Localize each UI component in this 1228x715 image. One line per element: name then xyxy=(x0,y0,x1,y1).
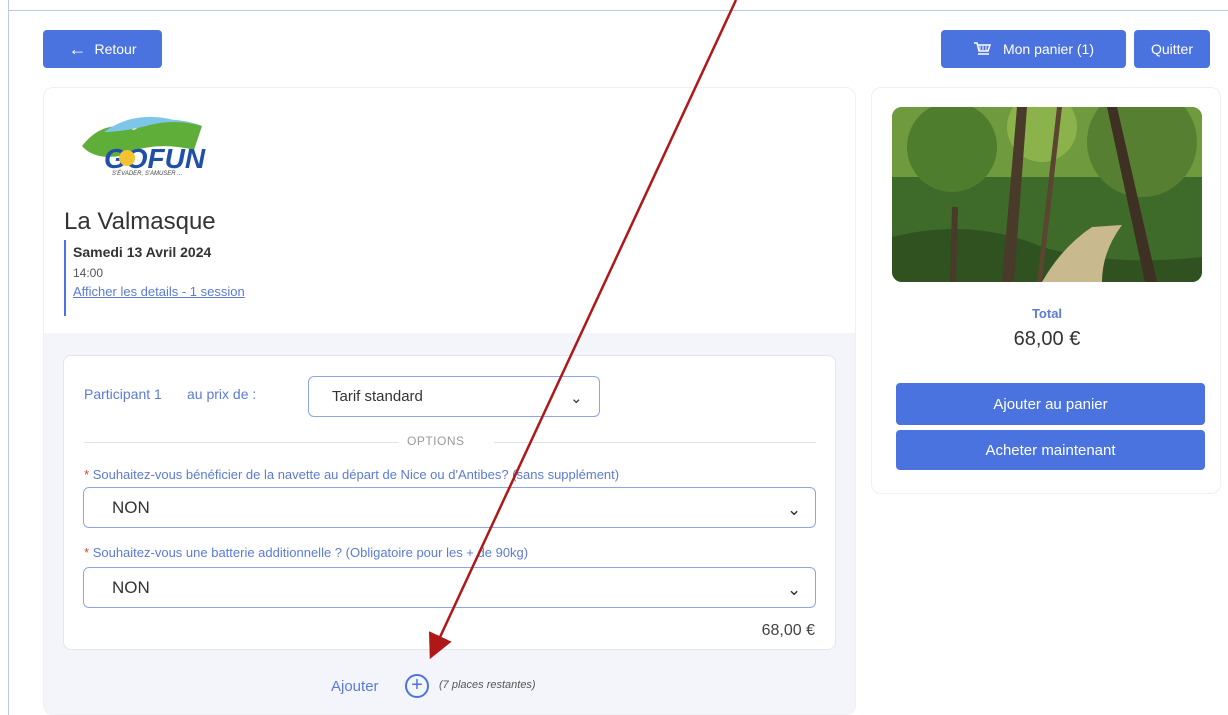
frame-border-left xyxy=(8,0,9,715)
chevron-down-icon: ⌄ xyxy=(787,500,802,519)
question-battery-label: * Souhaitez-vous une batterie additionne… xyxy=(84,545,528,560)
back-button-label: Retour xyxy=(94,41,137,57)
session-time: 14:00 xyxy=(73,266,104,280)
participant-price: 68,00 € xyxy=(761,622,815,639)
remaining-places: (7 places restantes) xyxy=(439,679,536,691)
details-link[interactable]: Afficher les details - 1 session xyxy=(73,284,245,299)
tarif-select[interactable]: Tarif standard ⌄ xyxy=(308,376,600,417)
back-button[interactable]: ← Retour xyxy=(43,30,162,68)
battery-select[interactable]: NON ⌄ xyxy=(83,567,816,608)
add-to-cart-label: Ajouter au panier xyxy=(993,395,1108,413)
add-participant-row: Ajouter + (7 places restantes) xyxy=(44,671,855,701)
buy-now-button[interactable]: Acheter maintenant xyxy=(896,430,1205,470)
tarif-select-value: Tarif standard xyxy=(332,388,423,405)
arrow-left-icon: ← xyxy=(68,39,87,59)
shopping-cart-icon xyxy=(973,42,991,55)
event-title: La Valmasque xyxy=(64,208,216,235)
question-battery-text: Souhaitez-vous une batterie additionnell… xyxy=(92,545,529,560)
chevron-down-icon: ⌄ xyxy=(570,390,583,407)
logo-tagline: S'ÉVADER, S'AMUSER ... xyxy=(112,171,183,177)
cart-button[interactable]: Mon panier (1) xyxy=(941,30,1126,68)
required-mark: * xyxy=(84,545,90,560)
quit-button[interactable]: Quitter xyxy=(1134,30,1210,68)
event-photo xyxy=(892,107,1202,282)
shuttle-select-value: NON xyxy=(112,498,150,517)
chevron-down-icon: ⌄ xyxy=(787,580,802,599)
total-label: Total xyxy=(1031,306,1063,321)
required-mark: * xyxy=(84,467,90,482)
add-participant-label[interactable]: Ajouter xyxy=(331,678,379,695)
options-heading: OPTIONS xyxy=(407,434,465,448)
plus-circle-icon[interactable]: + xyxy=(405,674,429,698)
add-to-cart-button[interactable]: Ajouter au panier xyxy=(896,383,1205,425)
participants-zone: Participant 1 au prix de : Tarif standar… xyxy=(44,333,855,714)
price-label: au prix de : xyxy=(187,386,257,402)
shuttle-select[interactable]: NON ⌄ xyxy=(83,487,816,528)
buy-now-label: Acheter maintenant xyxy=(985,441,1116,459)
session-date: Samedi 13 Avril 2024 xyxy=(73,244,212,260)
quit-button-label: Quitter xyxy=(1150,41,1193,57)
total-value: 68,00 € xyxy=(1013,328,1081,350)
options-divider-right xyxy=(494,442,816,443)
question-shuttle-label: * Souhaitez-vous bénéficier de la navett… xyxy=(84,467,619,482)
participant-card: Participant 1 au prix de : Tarif standar… xyxy=(63,355,836,650)
event-card: GOFUN S'ÉVADER, S'AMUSER ... La Valmasqu… xyxy=(43,87,856,715)
battery-select-value: NON xyxy=(112,578,150,597)
session-info: Samedi 13 Avril 2024 14:00 Afficher les … xyxy=(64,240,245,316)
cart-button-label: Mon panier (1) xyxy=(1002,41,1095,57)
options-divider-left xyxy=(84,442,399,443)
participant-label: Participant 1 xyxy=(84,386,162,402)
question-shuttle-text: Souhaitez-vous bénéficier de la navette … xyxy=(92,467,620,482)
frame-border-top xyxy=(8,10,1228,11)
